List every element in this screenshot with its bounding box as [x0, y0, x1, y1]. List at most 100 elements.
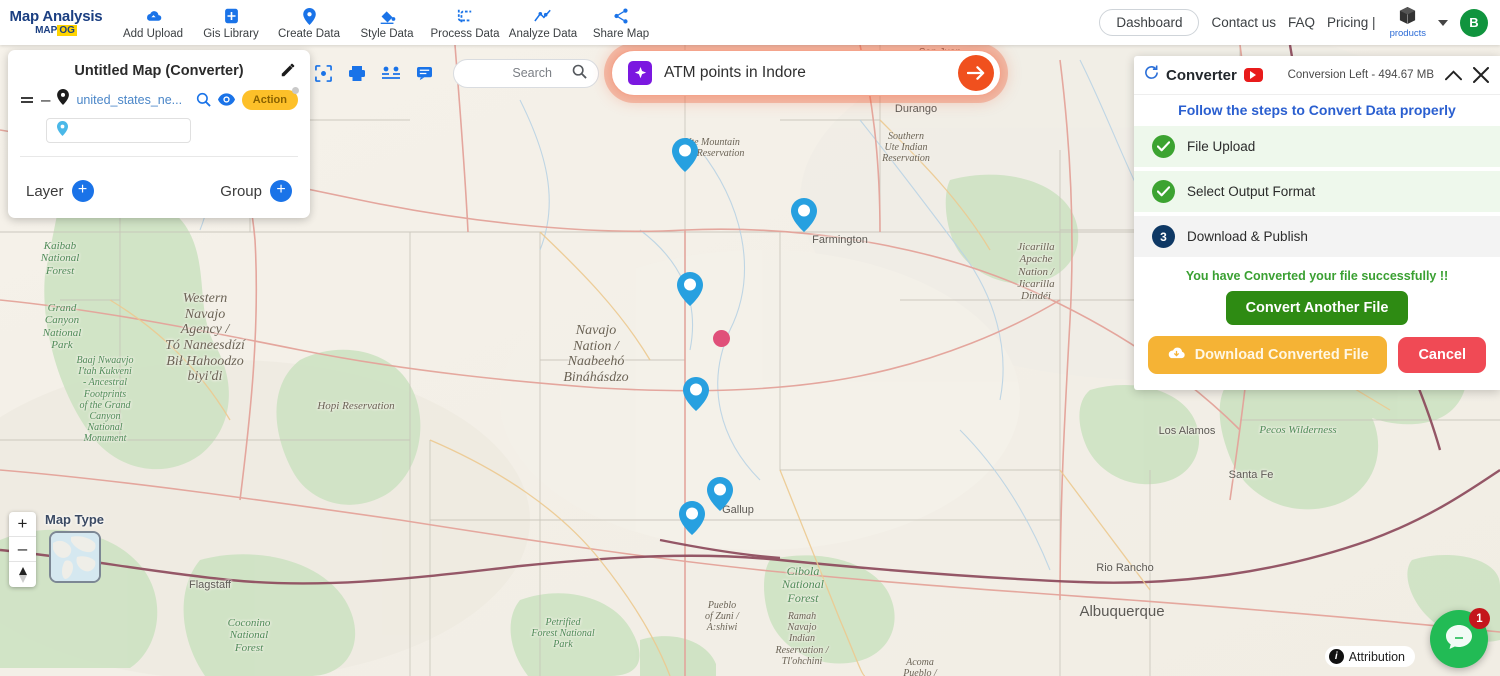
atm-promo-banner[interactable]: ATM points in Indore	[611, 50, 1001, 96]
share-icon	[613, 8, 629, 25]
nav-style-data[interactable]: Style Data	[348, 6, 426, 40]
add-layer-button[interactable]: +	[71, 180, 94, 202]
collapse-minus-icon[interactable]: –	[41, 91, 50, 108]
chat-unread-badge: 1	[1469, 608, 1490, 629]
header-nav: Add Upload Gis Library Create Data Style…	[114, 6, 660, 40]
search-icon[interactable]	[572, 64, 587, 82]
dashboard-button[interactable]: Dashboard	[1099, 9, 1200, 36]
add-layer-group[interactable]: Layer +	[26, 180, 94, 202]
converter-success-message: You have Converted your file successfull…	[1185, 269, 1449, 283]
zoom-in-button[interactable]: +	[9, 512, 36, 537]
cloud-download-icon	[1167, 346, 1186, 364]
nav-share-map[interactable]: Share Map	[582, 6, 660, 40]
converter-step-output-format[interactable]: Select Output Format	[1134, 171, 1500, 212]
map-pin-marker[interactable]	[683, 377, 709, 416]
map-title: Untitled Map (Converter)	[74, 63, 244, 79]
add-group-button[interactable]: +	[270, 180, 292, 202]
map-pin-marker[interactable]	[791, 198, 817, 237]
nav-label: Share Map	[592, 27, 650, 40]
map-pin-marker[interactable]	[707, 477, 733, 516]
pencil-icon[interactable]	[280, 62, 296, 83]
contact-us-link[interactable]: Contact us	[1211, 15, 1276, 30]
map-dot-marker[interactable]	[713, 330, 730, 347]
header-right: Dashboard Contact us FAQ Pricing | produ…	[1099, 6, 1488, 39]
compass-icon[interactable]	[9, 562, 36, 587]
check-icon	[1152, 135, 1175, 158]
info-icon: i	[1328, 649, 1344, 664]
products-label: products	[1389, 28, 1426, 39]
brand-title: Map Analysis	[9, 7, 103, 25]
map-type-label: Map Type	[45, 512, 104, 527]
compare-icon[interactable]	[382, 66, 400, 81]
converter-header: Converter Conversion Left - 494.67 MB	[1134, 56, 1500, 95]
layer-sublayer-row[interactable]	[46, 118, 191, 143]
convert-another-file-button[interactable]: Convert Another File	[1225, 291, 1409, 325]
close-icon[interactable]	[1473, 67, 1489, 83]
nav-create-data[interactable]: Create Data	[270, 6, 348, 40]
map-pin-marker[interactable]	[672, 138, 698, 177]
nav-analyze-data[interactable]: Analyze Data	[504, 6, 582, 40]
drag-handle-icon[interactable]	[20, 95, 34, 105]
sparkle-icon	[628, 61, 652, 85]
converter-step-download-publish[interactable]: 3 Download & Publish	[1134, 216, 1500, 257]
refresh-icon[interactable]	[1144, 65, 1159, 85]
converter-step-file-upload[interactable]: File Upload	[1134, 126, 1500, 167]
eye-icon[interactable]	[217, 93, 235, 106]
map-type-control: Map Type	[45, 512, 104, 583]
chevron-up-icon[interactable]	[1445, 69, 1462, 82]
layer-name[interactable]: united_states_ne...	[76, 93, 188, 107]
layer-panel-footer: Layer + Group +	[8, 167, 310, 218]
chat-bubble-icon	[1444, 623, 1474, 656]
fullscreen-icon[interactable]	[315, 64, 332, 82]
map-pin-marker[interactable]	[677, 272, 703, 311]
pricing-link[interactable]: Pricing |	[1327, 15, 1376, 30]
nav-label: Process Data	[430, 27, 500, 40]
nav-process-data[interactable]: Process Data	[426, 6, 504, 40]
add-group-group[interactable]: Group +	[220, 180, 292, 202]
nav-label: Gis Library	[203, 27, 259, 40]
map-pin-marker[interactable]	[679, 501, 705, 540]
avatar[interactable]: B	[1460, 8, 1488, 37]
map-pin-icon	[302, 7, 316, 25]
search-input[interactable]: Search	[453, 58, 599, 88]
world-map-icon	[50, 533, 99, 581]
chat-widget-button[interactable]: 1	[1430, 608, 1490, 668]
faq-link[interactable]: FAQ	[1288, 15, 1315, 30]
attribution-label: Attribution	[1348, 649, 1405, 664]
map-pin-icon	[57, 89, 70, 110]
layer-panel: Untitled Map (Converter) – united_states…	[8, 50, 310, 218]
layer-list: – united_states_ne... Action	[8, 86, 310, 167]
atm-banner-text: ATM points in Indore	[664, 64, 806, 81]
nav-label: Style Data	[360, 27, 414, 40]
map-type-thumbnail[interactable]	[48, 531, 101, 583]
nav-label: Create Data	[277, 27, 340, 40]
conversion-left-text: Conversion Left - 494.67 MB	[1287, 69, 1434, 81]
converter-panel: Converter Conversion Left - 494.67 MB Fo…	[1134, 56, 1500, 390]
search-icon[interactable]	[196, 92, 211, 107]
nav-add-upload[interactable]: Add Upload	[114, 6, 192, 40]
converter-title: Converter	[1166, 66, 1237, 84]
download-converted-file-button[interactable]: Download Converted File	[1148, 336, 1388, 374]
nav-gis-library[interactable]: Gis Library	[192, 6, 270, 40]
map-toolbar: Search	[315, 56, 599, 90]
layer-panel-header: Untitled Map (Converter)	[8, 50, 310, 89]
arrow-right-icon[interactable]	[958, 55, 994, 91]
print-icon[interactable]	[348, 65, 366, 82]
attribution-button[interactable]: i Attribution	[1324, 646, 1415, 667]
step-number-badge: 3	[1152, 225, 1175, 248]
step-label: Select Output Format	[1187, 184, 1316, 199]
search-placeholder: Search	[512, 66, 552, 80]
comment-icon[interactable]	[416, 66, 433, 81]
chevron-down-icon[interactable]	[1438, 19, 1448, 26]
cancel-button[interactable]: Cancel	[1398, 337, 1486, 373]
zoom-out-button[interactable]: –	[9, 537, 36, 562]
layer-row[interactable]: – united_states_ne... Action	[20, 86, 300, 110]
nav-label: Add Upload	[122, 27, 184, 40]
paint-bucket-icon	[379, 8, 396, 25]
products-menu[interactable]: products	[1390, 6, 1426, 39]
library-add-icon	[224, 8, 239, 25]
youtube-play-icon[interactable]	[1243, 68, 1263, 82]
download-label: Download Converted File	[1194, 347, 1369, 363]
brand-logo[interactable]: Map Analysis MAP OG	[8, 9, 104, 37]
layer-action-button[interactable]: Action	[241, 86, 300, 110]
